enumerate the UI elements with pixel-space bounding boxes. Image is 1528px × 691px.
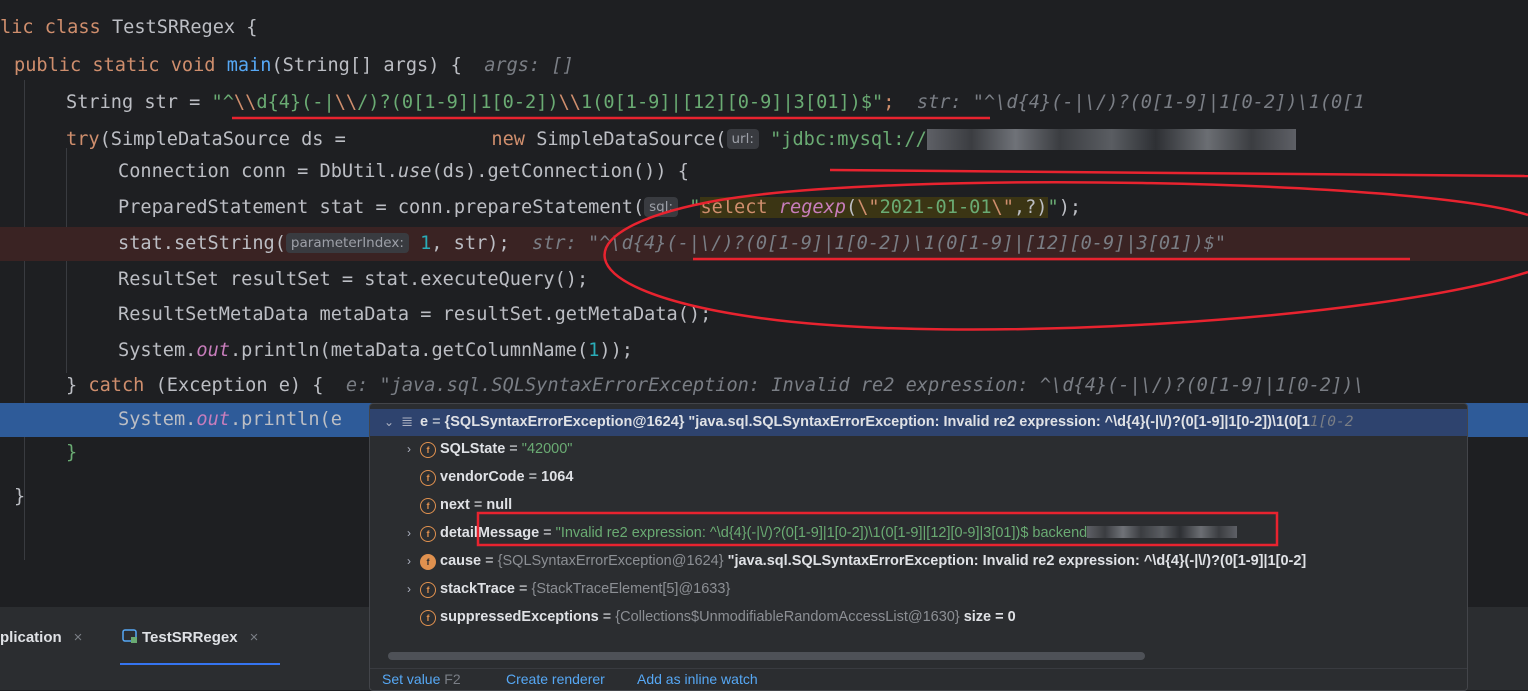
chevron-right-icon[interactable]: › (402, 576, 416, 603)
active-tab-indicator (120, 663, 280, 665)
close-icon[interactable]: × (250, 629, 259, 646)
code-line-8[interactable]: ResultSet resultSet = stat.executeQuery(… (0, 263, 1528, 297)
tree-node-cause[interactable]: › f cause = {SQLSyntaxErrorException@1624}… (370, 548, 1467, 575)
tree-node-next[interactable]: f next = null (370, 492, 1467, 519)
code-line-2[interactable]: public static void main(String[] args) {… (0, 49, 1528, 83)
code-line-5[interactable]: Connection conn = DbUtil.use(ds).getConn… (0, 155, 1528, 189)
inline-debug-value: str: "^\d{4}(-|\/)?(0[1-9]|1[0-2])\1(0[1… (532, 233, 1227, 254)
chevron-right-icon[interactable]: › (402, 548, 416, 575)
field-icon: f (420, 442, 436, 458)
run-config-icon (122, 629, 137, 643)
code-line-6[interactable]: PreparedStatement stat = conn.prepareSta… (0, 191, 1528, 225)
debug-value-popup[interactable]: ⌄ ≣ e = {SQLSyntaxErrorException@1624} "… (369, 403, 1468, 691)
tree-node-vendorcode[interactable]: f vendorCode = 1064 (370, 464, 1467, 491)
code-line-11[interactable]: } catch (Exception e) { e: "java.sql.SQL… (0, 369, 1528, 403)
create-renderer-link[interactable]: Create renderer (506, 671, 605, 687)
tree-node-detailmessage[interactable]: › f detailMessage = "Invalid re2 expressio… (370, 520, 1467, 547)
close-icon[interactable]: × (74, 629, 83, 646)
field-icon: f (420, 610, 436, 626)
inline-debug-value: str: "^\d{4}(-|\/)?(0[1-9]|1[0-2])\1(0[1 (916, 92, 1365, 113)
add-inline-watch-link[interactable]: Add as inline watch (637, 671, 758, 687)
code-line-9[interactable]: ResultSetMetaData metaData = resultSet.g… (0, 298, 1528, 332)
code-line-1[interactable]: lic class TestSRRegex { (0, 11, 1528, 45)
popup-actions-bar: Set value F2 Create renderer Add as inli… (370, 668, 1467, 690)
horizontal-scrollbar[interactable] (388, 652, 1145, 660)
inline-debug-value: e: "java.sql.SQLSyntaxErrorException: In… (345, 375, 1365, 396)
variable-stack-icon: ≣ (401, 414, 414, 430)
redacted-text (1087, 526, 1238, 538)
code-line-10[interactable]: System.out.println(metaData.getColumnNam… (0, 334, 1528, 368)
set-value-link[interactable]: Set value F2 (382, 671, 461, 687)
chevron-right-icon[interactable]: › (402, 436, 416, 463)
chevron-right-icon[interactable]: › (402, 520, 416, 547)
field-icon: f (420, 526, 436, 542)
field-icon: f (420, 470, 436, 486)
tab-testsrregex[interactable]: TestSRRegex × (122, 629, 258, 646)
field-icon: f (420, 498, 436, 514)
code-line-4[interactable]: try(SimpleDataSource ds = new SimpleData… (0, 123, 1528, 157)
field-icon: f (420, 554, 436, 570)
tree-node-suppressedexceptions[interactable]: f suppressedExceptions = {Collections$Unm… (370, 604, 1467, 631)
field-icon: f (420, 582, 436, 598)
tree-node-sqlstate[interactable]: › f SQLState = "42000" (370, 436, 1467, 463)
tree-node-stacktrace[interactable]: › f stackTrace = {StackTraceElement[5]@163… (370, 576, 1467, 603)
tab-application[interactable]: plication × (0, 629, 82, 646)
chevron-down-icon[interactable]: ⌄ (382, 409, 396, 436)
tree-node-root[interactable]: ⌄ ≣ e = {SQLSyntaxErrorException@1624} "… (370, 409, 1467, 436)
redacted-text: xxxxxxxxxxxxxxxxxxxxxxxxxxxxxxxxx (926, 129, 1297, 150)
inline-debug-value: args: [] (484, 55, 574, 76)
param-hint-chip: url: (726, 129, 759, 149)
code-line-7-breakpoint[interactable]: stat.setString(parameterIndex: 1, str); … (0, 227, 1528, 261)
param-hint-chip: sql: (644, 197, 679, 217)
param-hint-chip: parameterIndex: (285, 233, 409, 253)
code-line-3[interactable]: String str = "^\\d{4}(-|\\/)?(0[1-9]|1[0… (0, 86, 1528, 120)
